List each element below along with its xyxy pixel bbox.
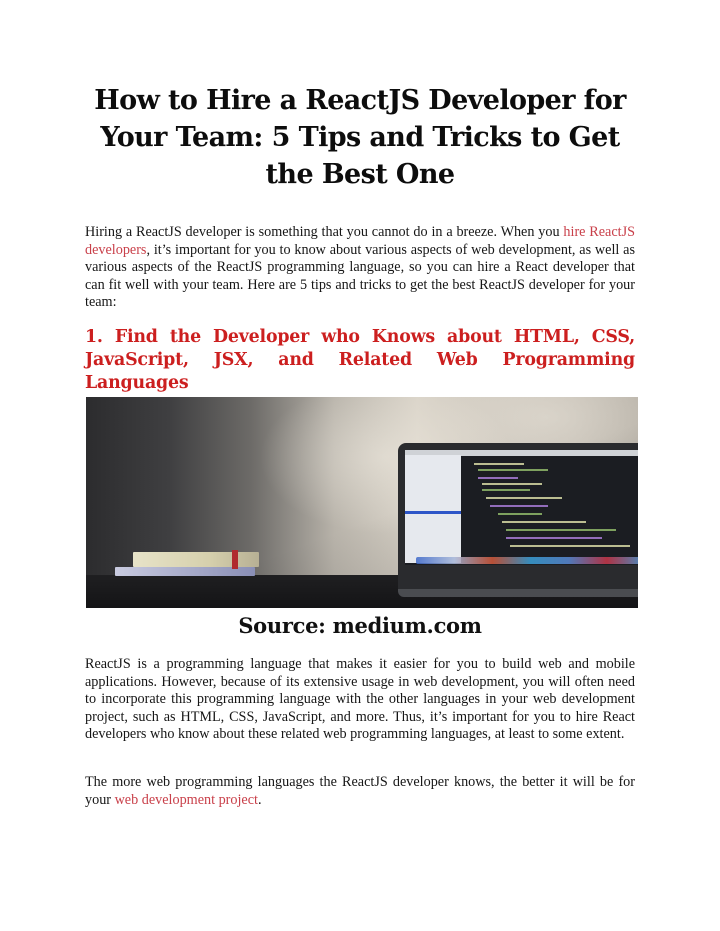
photo-laptop-base bbox=[398, 589, 638, 597]
photo-book-top bbox=[133, 552, 259, 567]
photo-code-line bbox=[478, 477, 518, 479]
paragraph-2-text-after-link: . bbox=[257, 791, 262, 808]
photo-code-line bbox=[482, 483, 542, 485]
section-1-heading: 1. Find the Developer who Knows about HT… bbox=[85, 327, 635, 393]
section-1-paragraph-2: The more web programming languages the R… bbox=[85, 774, 635, 809]
section-1-paragraph-1: ReactJS is a programming language that m… bbox=[85, 656, 635, 742]
image-caption: Source: medium.com bbox=[238, 613, 482, 638]
photo-code-line bbox=[502, 521, 586, 523]
document-title: How to Hire a ReactJS Developer for Your… bbox=[94, 85, 626, 190]
web-development-project-link[interactable]: web development project bbox=[115, 792, 258, 808]
photo-code-line bbox=[486, 497, 562, 499]
photo-code-line bbox=[506, 529, 616, 531]
photo-code-line bbox=[478, 469, 548, 471]
photo-book-band bbox=[232, 550, 238, 569]
photo-code-line bbox=[482, 489, 530, 491]
photo-code-line bbox=[490, 505, 548, 507]
photo-code-line bbox=[510, 545, 630, 547]
photo-editor-selection bbox=[405, 511, 461, 514]
intro-text-before-link: Hiring a ReactJS developer is something … bbox=[85, 224, 564, 240]
photo-code-line bbox=[474, 463, 524, 465]
photo-code-line bbox=[498, 513, 542, 515]
photo-dock bbox=[416, 557, 638, 564]
photo-code-line bbox=[506, 537, 602, 539]
intro-paragraph: Hiring a ReactJS developer is something … bbox=[85, 224, 635, 312]
laptop-code-photo bbox=[86, 397, 638, 608]
intro-text-after-link: , it’s important for you to know about v… bbox=[85, 241, 635, 311]
photo-editor-sidebar bbox=[405, 455, 461, 563]
